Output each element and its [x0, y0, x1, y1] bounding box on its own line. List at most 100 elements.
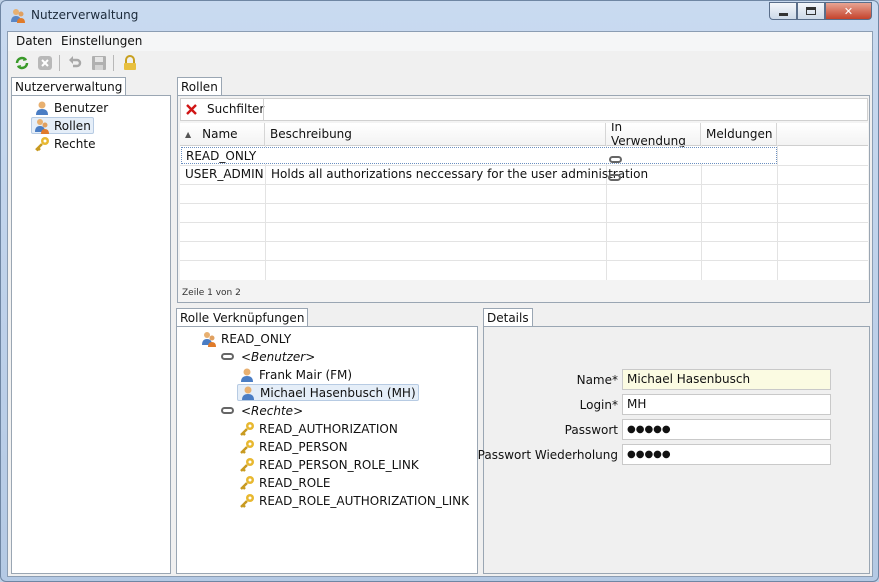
nav-item-benutzer[interactable]: Benutzer [34, 99, 108, 116]
table-status: Zeile 1 von 2 [182, 288, 241, 298]
password-repeat-label: Passwort Wiederholung [477, 448, 618, 462]
user-icon [242, 386, 254, 400]
clear-search-icon[interactable] [186, 104, 197, 115]
tree-right[interactable]: READ_PERSON [239, 438, 348, 455]
maximize-button[interactable] [797, 2, 825, 20]
column-header-beschreibung[interactable]: Beschreibung [265, 123, 606, 145]
tree-label: READ_ONLY [221, 331, 292, 346]
nav-item-rechte[interactable]: Rechte [34, 135, 95, 152]
nav-item-label: Rechte [54, 136, 96, 151]
sort-ascending-icon: ▲ [185, 129, 192, 139]
role-icon [35, 118, 49, 134]
tree-right[interactable]: READ_PERSON_ROLE_LINK [239, 456, 419, 473]
link-icon [221, 349, 237, 365]
grid-line [180, 241, 868, 242]
table-row[interactable]: READ_ONLY [181, 147, 777, 164]
key-icon [240, 475, 254, 490]
nav-item-label: Rollen [54, 118, 91, 133]
menu-einstellungen[interactable]: Einstellungen [61, 34, 142, 48]
tab-label: Nutzerverwaltung [15, 80, 123, 94]
column-label: Meldungen [706, 127, 773, 141]
grid-line [180, 222, 868, 223]
tree-group-rights[interactable]: <Rechte> [221, 402, 303, 419]
tab-details[interactable]: Details [483, 308, 533, 327]
tree-label: <Rechte> [241, 403, 304, 418]
refresh-button[interactable] [13, 54, 31, 72]
search-bar: Suchfilter [180, 98, 868, 121]
tree-root[interactable]: READ_ONLY [201, 330, 291, 347]
tree-right[interactable]: READ_ROLE [239, 474, 330, 491]
tab-nutzerverwaltung[interactable]: Nutzerverwaltung [11, 77, 127, 96]
nav-item-rollen[interactable]: Rollen [31, 117, 94, 134]
user-icon [241, 368, 253, 382]
roles-panel: Suchfilter ▲ Name Beschreibung In Verwen… [177, 95, 870, 303]
maximize-icon [806, 7, 816, 15]
tree-label: READ_ROLE_AUTHORIZATION_LINK [259, 493, 469, 508]
tree-label: Michael Hasenbusch (MH) [260, 385, 416, 400]
key-icon [240, 439, 254, 454]
column-header-in-verwendung[interactable]: In Verwendung [606, 123, 701, 148]
tree-right[interactable]: READ_ROLE_AUTHORIZATION_LINK [239, 492, 469, 509]
lock-icon [124, 55, 136, 70]
tree-label: READ_PERSON [259, 439, 348, 454]
menu-daten[interactable]: Daten [16, 34, 52, 48]
cell-name: USER_ADMIN [185, 167, 264, 181]
tab-rollen[interactable]: Rollen [177, 77, 222, 96]
links-tree-panel: READ_ONLY <Benutzer> Frank Mair (FM) Mic… [176, 326, 478, 574]
cell-description: Holds all authorizations neccessary for … [271, 167, 649, 181]
role-icon [202, 331, 216, 347]
grid-line [180, 203, 868, 204]
column-header-meldungen[interactable]: Meldungen [701, 123, 777, 145]
search-input[interactable] [263, 99, 867, 120]
undo-button[interactable] [66, 54, 84, 72]
password-label: Passwort [564, 423, 618, 437]
login-label: Login* [579, 398, 618, 412]
app-icon [11, 9, 25, 23]
password-repeat-field[interactable]: ●●●●● [622, 444, 831, 465]
tree-label: <Benutzer> [241, 349, 316, 364]
link-icon [221, 403, 237, 419]
roles-table: ▲ Name Beschreibung In Verwendung Meldun… [180, 123, 868, 280]
tree-right[interactable]: READ_AUTHORIZATION [239, 420, 398, 437]
cancel-button[interactable] [36, 54, 54, 72]
tree-label: READ_ROLE [259, 475, 331, 490]
column-label: Name [202, 127, 238, 141]
nav-item-label: Benutzer [54, 100, 109, 115]
title-bar[interactable]: Nutzerverwaltung ✕ [1, 1, 878, 31]
toolbar-separator [113, 55, 114, 71]
tab-label: Details [487, 311, 529, 325]
login-field[interactable]: MH [622, 394, 831, 415]
tab-rolle-verknuepfungen[interactable]: Rolle Verknüpfungen [176, 308, 309, 327]
tree-user[interactable]: Frank Mair (FM) [239, 366, 352, 383]
table-row[interactable]: USER_ADMIN Holds all authorizations necc… [181, 166, 777, 183]
password-field[interactable]: ●●●●● [622, 419, 831, 440]
key-icon [240, 421, 254, 436]
name-label: Name* [576, 373, 618, 387]
toolbar-separator [59, 55, 60, 71]
minimize-icon [778, 12, 788, 16]
lock-button[interactable] [121, 54, 139, 72]
cancel-icon [38, 56, 52, 70]
refresh-icon [15, 56, 29, 70]
application-window: Nutzerverwaltung ✕ Daten Einstellungen N… [0, 0, 879, 582]
grid-line [180, 260, 868, 261]
tree-label: READ_AUTHORIZATION [259, 421, 398, 436]
tree-label: Frank Mair (FM) [259, 367, 353, 382]
link-icon [608, 170, 621, 184]
key-icon [240, 493, 254, 508]
tree-user[interactable]: Michael Hasenbusch (MH) [237, 384, 419, 401]
undo-icon [69, 56, 82, 68]
tree-group-users[interactable]: <Benutzer> [221, 348, 315, 365]
user-icon [36, 101, 48, 115]
close-button[interactable]: ✕ [825, 2, 872, 20]
menu-bar: Daten Einstellungen [8, 32, 872, 51]
save-button[interactable] [90, 54, 108, 72]
key-icon [240, 457, 254, 472]
name-field[interactable]: Michael Hasenbusch [622, 369, 831, 390]
toolbar [8, 51, 872, 75]
grid-line [180, 184, 868, 185]
column-label: Beschreibung [270, 127, 352, 141]
tree-label: READ_PERSON_ROLE_LINK [259, 457, 419, 472]
column-header-name[interactable]: ▲ Name [180, 123, 265, 145]
minimize-button[interactable] [769, 2, 797, 20]
